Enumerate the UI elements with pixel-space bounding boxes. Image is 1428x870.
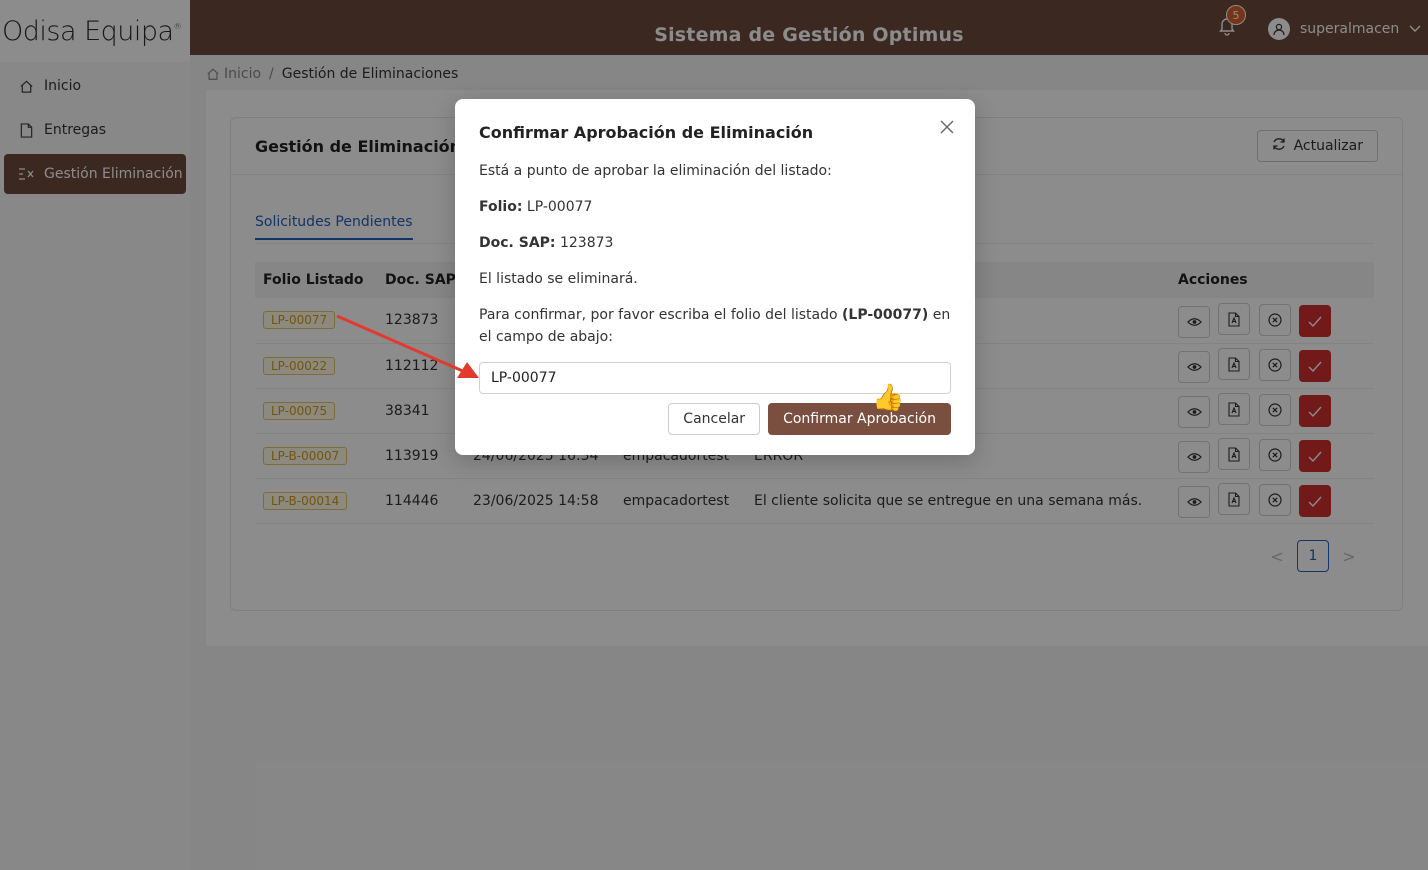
doc-value: 123873	[559, 235, 614, 251]
thumbs-up-icon: 👍	[872, 383, 905, 413]
folio-label: Folio:	[479, 199, 523, 215]
confirm-approval-button[interactable]: Confirmar Aprobación	[768, 403, 951, 435]
annotation-arrow	[336, 314, 479, 378]
instruction-folio: (LP-00077)	[842, 307, 929, 323]
folio-value: LP-00077	[526, 199, 593, 215]
modal-folio-line: Folio: LP-00077	[479, 196, 951, 218]
modal-warning: El listado se eliminará.	[479, 271, 638, 287]
cancel-button[interactable]: Cancelar	[668, 403, 761, 435]
doc-label: Doc. SAP:	[479, 235, 556, 251]
close-icon[interactable]	[939, 119, 955, 135]
modal-title: Confirmar Aprobación de Eliminación	[479, 123, 814, 142]
instruction-text: Para confirmar, por favor escriba el fol…	[479, 307, 843, 323]
modal-doc-line: Doc. SAP: 123873	[479, 232, 951, 254]
modal-body: Está a punto de aprobar la eliminación d…	[479, 160, 951, 394]
modal-footer: Cancelar Confirmar Aprobación	[668, 403, 951, 435]
modal-instruction: Para confirmar, por favor escriba el fol…	[479, 304, 951, 348]
modal-intro: Está a punto de aprobar la eliminación d…	[479, 163, 832, 179]
